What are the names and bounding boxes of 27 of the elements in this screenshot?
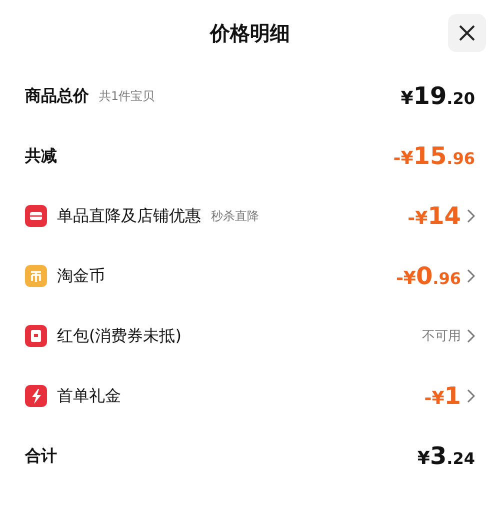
- row-label: 商品总价: [25, 86, 89, 106]
- price-amount: -¥1: [424, 382, 461, 410]
- discount-icon: [25, 385, 47, 407]
- row-note: 共1件宝贝: [99, 88, 155, 104]
- chevron-icon[interactable]: [467, 269, 475, 283]
- row-label: 红包(消费券未抵): [57, 326, 182, 346]
- price-amount: ¥3.24: [417, 442, 475, 470]
- discount-icon: [25, 265, 47, 287]
- price-amount: -¥15.96: [393, 142, 475, 170]
- chevron-icon[interactable]: [467, 329, 475, 343]
- row-label: 共减: [25, 146, 57, 166]
- unavailable-text: 不可用: [422, 328, 461, 345]
- row-label: 合计: [25, 446, 57, 466]
- row-label: 单品直降及店铺优惠: [57, 206, 201, 226]
- close-icon: [457, 23, 477, 43]
- row-label: 淘金币: [57, 266, 105, 286]
- row-note: 秒杀直降: [211, 208, 259, 224]
- price-amount: ¥19.20: [400, 82, 475, 110]
- discount-icon: [25, 325, 47, 347]
- price-amount: -¥0.96: [396, 262, 461, 290]
- row-label: 首单礼金: [57, 386, 121, 406]
- price-amount: -¥14: [408, 202, 461, 230]
- discount-icon: [25, 205, 47, 227]
- dialog-title: 价格明细: [210, 20, 290, 46]
- chevron-icon[interactable]: [467, 209, 475, 223]
- close-button[interactable]: [448, 14, 486, 52]
- chevron-icon[interactable]: [467, 389, 475, 403]
